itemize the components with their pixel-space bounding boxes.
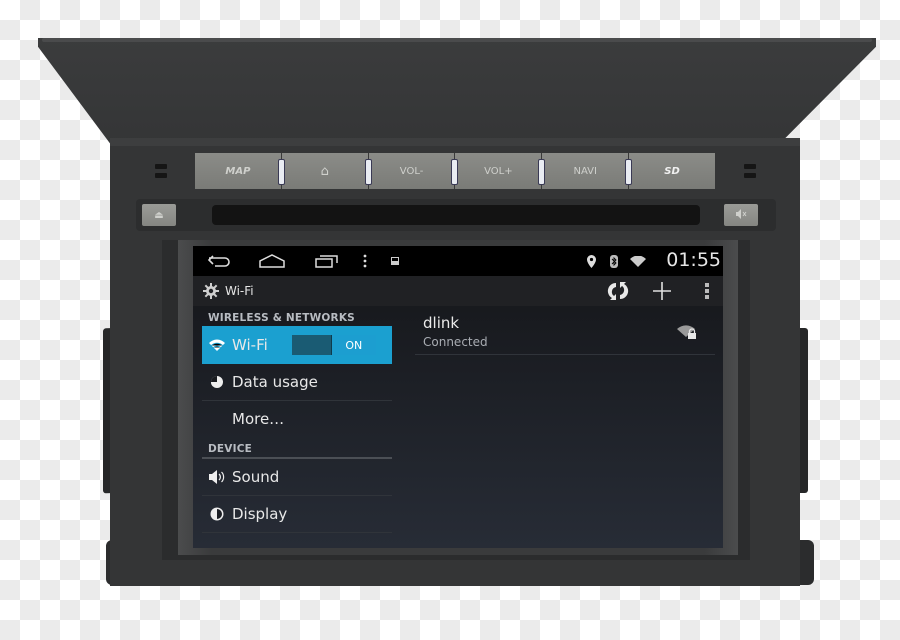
home-icon[interactable] [259, 254, 285, 268]
vol-down-button[interactable]: VOL- [368, 153, 459, 189]
wifi-signal-icon [630, 255, 646, 267]
recent-apps-icon[interactable] [315, 254, 339, 268]
network-status: Connected [423, 335, 488, 349]
button-indicator [277, 159, 285, 185]
sd-button[interactable]: SD [629, 153, 715, 189]
vol-up-label: VOL+ [484, 165, 513, 177]
settings-item-display[interactable]: Display [202, 496, 392, 533]
wifi-secured-icon [677, 324, 697, 343]
android-screen: 01:55 Wi-Fi WIRELESS & NETWORKS Wi-Fi ON… [193, 246, 723, 548]
mute-button[interactable] [724, 204, 758, 226]
button-indicator [451, 159, 459, 185]
settings-item-sound[interactable]: Sound [202, 459, 392, 496]
head-unit-hood [38, 38, 876, 148]
location-icon [587, 254, 596, 268]
navi-button[interactable]: NAVI [542, 153, 633, 189]
wifi-label: Wi-Fi [232, 336, 268, 354]
home-hw-icon: ⌂ [320, 163, 329, 179]
eject-icon: ⏏ [154, 209, 164, 221]
settings-item-more[interactable]: More… [202, 401, 392, 437]
overflow-menu-icon[interactable] [705, 283, 709, 299]
right-speaker-grill [744, 164, 756, 178]
action-bar: Wi-Fi [193, 276, 723, 306]
network-name: dlink [423, 314, 460, 332]
wireless-networks-header: WIRELESS & NETWORKS [208, 312, 355, 324]
vol-down-label: VOL- [399, 165, 424, 177]
hardware-button-row: MAP ⌂ VOL- VOL+ NAVI SD [195, 153, 715, 189]
left-speaker-grill [155, 164, 167, 178]
display-brightness-icon [202, 506, 232, 522]
overflow-menu-icon[interactable] [363, 254, 367, 268]
wifi-toggle[interactable]: ON [291, 335, 376, 355]
home-hw-button[interactable]: ⌂ [281, 153, 372, 189]
toggle-on-label: ON [330, 335, 376, 355]
network-list-item[interactable]: dlink Connected [415, 306, 715, 355]
more-label: More… [232, 410, 285, 428]
disc-slot-panel: ⏏ [136, 199, 776, 231]
map-button[interactable]: MAP [195, 153, 285, 189]
settings-gear-icon [203, 283, 219, 299]
system-status-bar: 01:55 [193, 246, 723, 276]
wps-icon[interactable] [607, 281, 629, 301]
mute-icon [735, 208, 747, 222]
data-usage-icon [202, 375, 232, 389]
back-icon[interactable] [207, 254, 233, 268]
settings-header-list: WIRELESS & NETWORKS Wi-Fi ON Data usage … [202, 306, 392, 548]
data-usage-label: Data usage [232, 373, 318, 391]
sound-icon [202, 470, 232, 484]
device-header: DEVICE [208, 443, 252, 455]
wifi-icon [202, 339, 232, 351]
settings-item-data-usage[interactable]: Data usage [202, 364, 392, 401]
sd-label: SD [664, 165, 680, 177]
toggle-track [292, 335, 331, 355]
disc-slot [212, 205, 700, 225]
settings-item-wifi[interactable]: Wi-Fi ON [202, 326, 392, 364]
sound-label: Sound [232, 468, 280, 486]
bluetooth-icon [610, 254, 618, 268]
display-label: Display [232, 505, 288, 523]
button-indicator [625, 159, 633, 185]
page-title: Wi-Fi [225, 284, 254, 298]
screenshot-icon [391, 257, 399, 265]
navi-label: NAVI [573, 165, 597, 177]
button-indicator [364, 159, 372, 185]
eject-button[interactable]: ⏏ [142, 204, 176, 226]
vol-up-button[interactable]: VOL+ [455, 153, 546, 189]
button-indicator [538, 159, 546, 185]
wifi-network-list: dlink Connected [415, 306, 715, 355]
map-label: MAP [225, 165, 251, 177]
body-top-strip [110, 138, 800, 146]
clock: 01:55 [666, 249, 721, 271]
add-network-icon[interactable] [653, 282, 671, 300]
hood-edge [42, 38, 872, 42]
